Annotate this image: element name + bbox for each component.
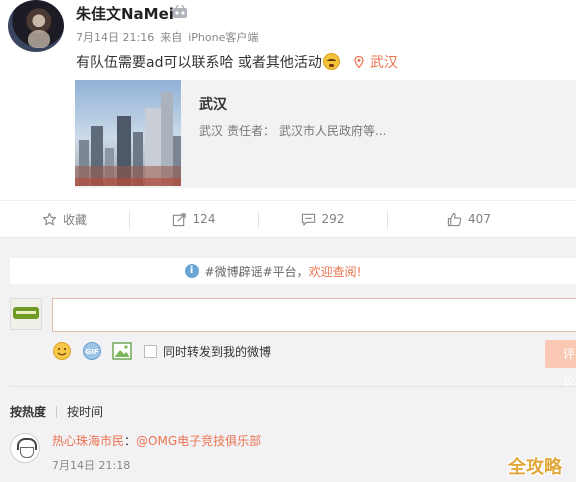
- post-content: 有队伍需要ad可以联系哈 或者其他活动 武汉: [76, 52, 398, 72]
- post-source[interactable]: iPhone客户端: [188, 31, 258, 44]
- favorite-label: 收藏: [62, 212, 87, 227]
- card-title: 武汉: [199, 97, 227, 113]
- share-arrow-icon: [172, 212, 186, 226]
- like-count: 407: [468, 212, 491, 226]
- card-desc-value: 武汉市人民政府等...: [279, 124, 387, 138]
- gif-icon[interactable]: GIF: [82, 341, 102, 361]
- commenter-name[interactable]: 热心珠海市民: [52, 434, 124, 448]
- forward-checkbox-label: 同时转发到我的微博: [163, 344, 272, 359]
- comment-section: i #微博辟谣#平台， 欢迎查阅! GIF 同时转发到我的微博 评论 按热度 按时…: [0, 238, 576, 482]
- card-desc-city: 武汉: [199, 124, 224, 138]
- my-avatar: [10, 298, 42, 330]
- post-action-bar: 收藏 124 292 407: [0, 200, 576, 238]
- favorite-button[interactable]: 收藏: [0, 201, 129, 237]
- comment-content: 热心珠海市民：@OMG电子竞技俱乐部: [52, 432, 261, 449]
- vip-badge-icon[interactable]: [172, 4, 188, 19]
- weibo-post: 朱佳文NaMei 7月14日 21:16 来自 iPhone客户端 有队伍需要ad可…: [0, 0, 576, 200]
- forward-count: 124: [192, 212, 216, 226]
- location-card[interactable]: 武汉 武汉 责任者： 武汉市人民政府等...: [75, 80, 576, 188]
- comment-time: 7月14日 21:18: [52, 459, 131, 472]
- notice-link[interactable]: 欢迎查阅!: [309, 263, 362, 280]
- city-skyline-image: [75, 80, 181, 186]
- comment-input[interactable]: [52, 298, 576, 332]
- post-date[interactable]: 7月14日 21:16: [76, 31, 154, 44]
- notice-text: #微博辟谣#平台，: [204, 264, 309, 279]
- rumor-notice-bar: i #微博辟谣#平台， 欢迎查阅!: [10, 258, 576, 284]
- comment-sort-tabs: 按热度 按时间: [10, 403, 103, 420]
- divider: [10, 386, 576, 387]
- comment-count: 292: [321, 212, 345, 226]
- comment-colon: ：: [124, 434, 137, 448]
- sort-by-hot-tab[interactable]: 按热度: [10, 403, 46, 420]
- star-icon: [42, 212, 57, 225]
- post-location[interactable]: 武汉: [354, 55, 398, 71]
- sort-by-time-tab[interactable]: 按时间: [67, 403, 103, 420]
- thumbs-up-icon: [447, 212, 462, 226]
- comment-button[interactable]: 292: [258, 201, 387, 237]
- submit-comment-button[interactable]: 评论: [545, 340, 576, 389]
- post-meta: 7月14日 21:16 来自 iPhone客户端: [76, 29, 264, 45]
- comment-bubble-icon: [301, 213, 315, 226]
- svg-text:GIF: GIF: [85, 348, 98, 356]
- post-text: 有队伍需要ad可以联系哈 或者其他活动: [76, 55, 322, 71]
- author-name[interactable]: 朱佳文NaMei: [76, 3, 174, 24]
- card-description: 武汉 责任者： 武汉市人民政府等...: [199, 122, 390, 139]
- commenter-avatar[interactable]: [10, 433, 40, 463]
- comment-mention-link[interactable]: @OMG电子竞技俱乐部: [136, 434, 261, 448]
- post-location-label: 武汉: [369, 55, 398, 71]
- author-avatar[interactable]: [8, 0, 64, 52]
- tab-divider: [56, 405, 58, 418]
- card-desc-label: 责任者：: [227, 124, 276, 138]
- forward-checkbox[interactable]: [144, 344, 157, 358]
- info-icon: i: [184, 264, 199, 278]
- image-icon[interactable]: [112, 342, 132, 360]
- crying-emoji-icon: [322, 53, 340, 70]
- forward-button[interactable]: 124: [129, 201, 258, 237]
- like-button[interactable]: 407: [387, 201, 576, 237]
- source-prefix: 来自: [160, 31, 183, 44]
- smiley-emoji-icon[interactable]: [52, 341, 72, 361]
- watermark-logo: 全攻略: [508, 457, 562, 478]
- comment-tools: GIF 同时转发到我的微博: [52, 341, 271, 361]
- location-pin-icon: [354, 56, 364, 68]
